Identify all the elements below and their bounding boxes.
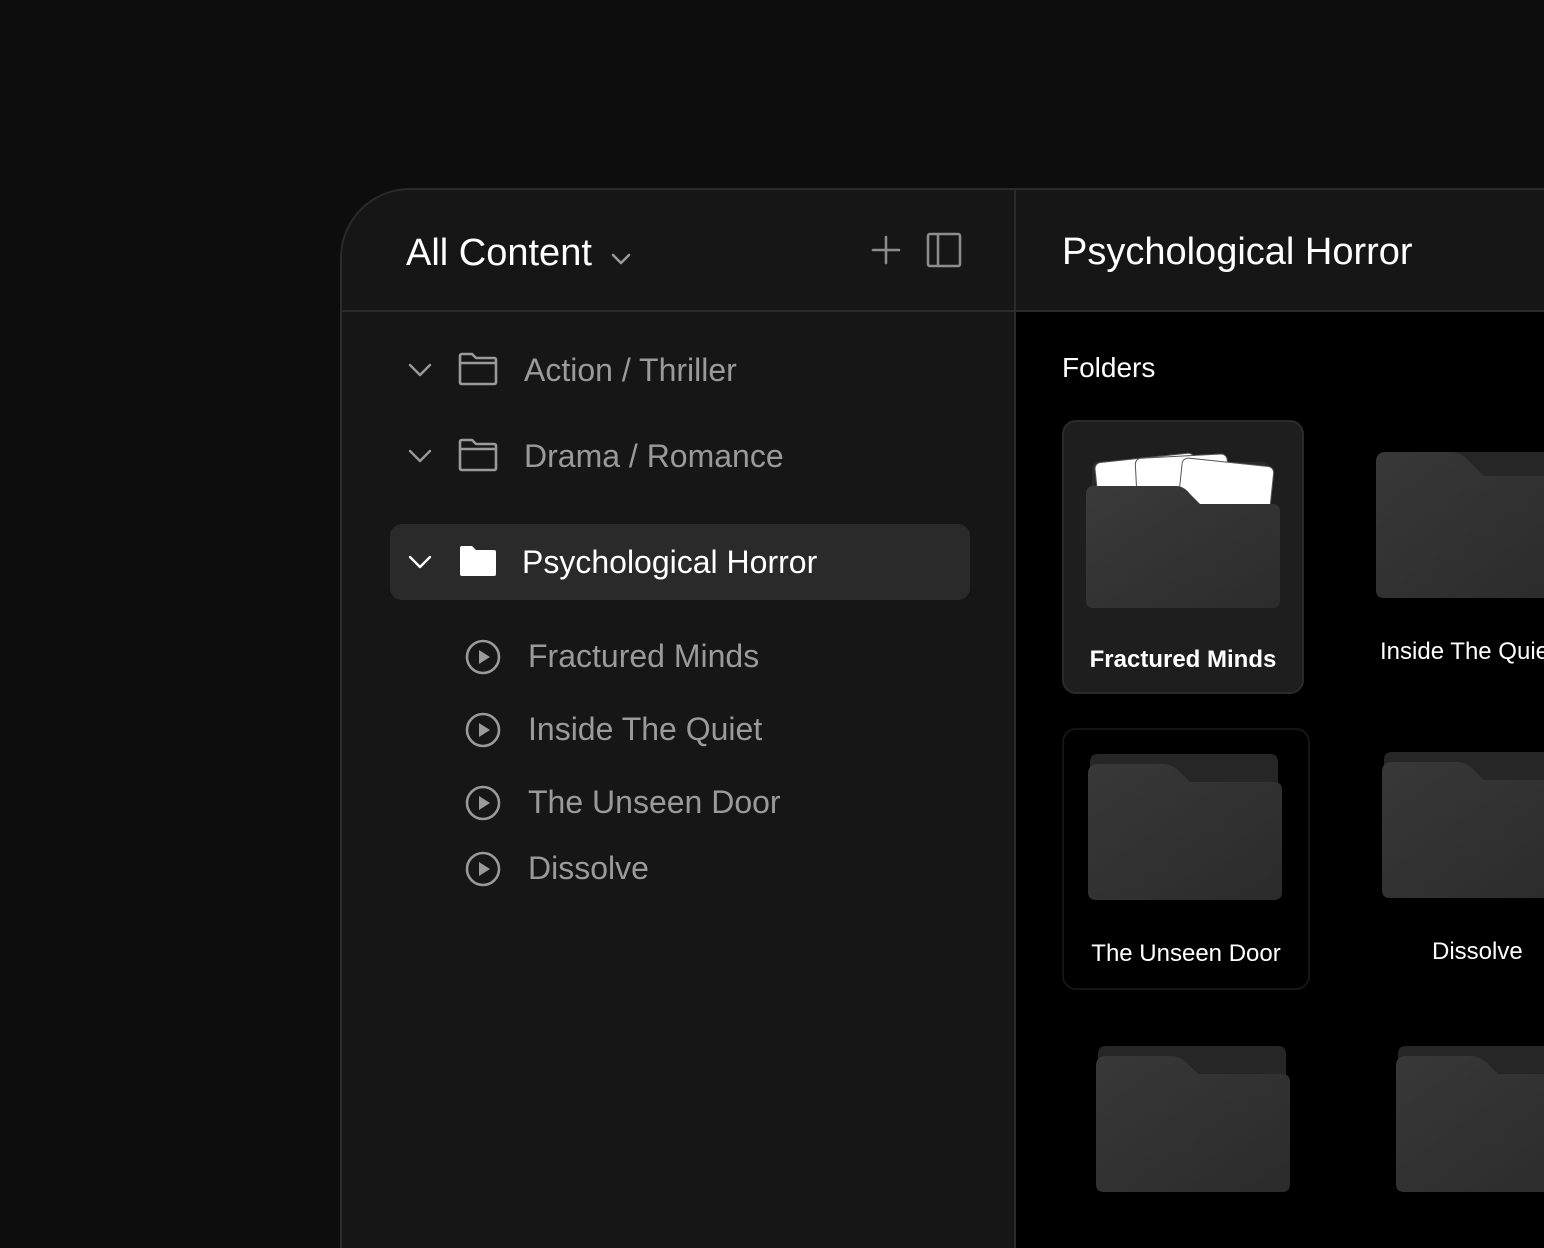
tree-item-label: The Unseen Door: [528, 784, 781, 820]
play-circle-icon: [464, 784, 502, 822]
folder-open-icon: [1086, 452, 1280, 608]
folder-outline-icon: [458, 352, 498, 388]
tree-item-inside-the-quiet[interactable]: Inside The Quiet: [462, 703, 962, 759]
page-title: Psychological Horror: [1062, 231, 1413, 273]
tree-item-fractured-minds[interactable]: Fractured Minds: [462, 630, 962, 686]
folder-filled-icon: [458, 544, 498, 580]
folder-icon: [1376, 452, 1544, 598]
folder-icon: [1382, 752, 1544, 898]
tree-item-the-unseen-door[interactable]: The Unseen Door: [462, 776, 962, 832]
tree-folder-drama-romance[interactable]: Drama / Romance: [390, 418, 970, 494]
content-scope-dropdown[interactable]: All Content: [406, 230, 632, 276]
tree-folder-label: Action / Thriller: [524, 352, 737, 388]
tree-folder-label: Psychological Horror: [522, 544, 818, 580]
play-circle-icon: [464, 850, 502, 888]
folder-card-dissolve[interactable]: Dissolve: [1380, 728, 1544, 990]
main-header: Psychological Horror: [1016, 190, 1544, 312]
folder-card-label: Fractured Minds: [1089, 646, 1277, 673]
tree-item-label: Dissolve: [528, 850, 649, 886]
sidebar: All Content Action / Thriller Drama / Ro…: [342, 190, 1016, 1248]
plus-icon: [870, 234, 902, 271]
folder-icon: [1096, 1046, 1290, 1192]
tree-item-label: Fractured Minds: [528, 638, 760, 674]
app-window: All Content Action / Thriller Drama / Ro…: [340, 188, 1544, 1248]
folders-section-label: Folders: [1062, 352, 1156, 383]
folder-outline-icon: [458, 438, 498, 474]
folder-card[interactable]: [1394, 1042, 1544, 1202]
tree-item-label: Inside The Quiet: [528, 711, 763, 747]
tree-folder-action-thriller[interactable]: Action / Thriller: [390, 332, 970, 408]
tree-folder-psychological-horror[interactable]: Psychological Horror: [390, 524, 970, 600]
main-panel: Psychological Horror Folders Fractured M…: [1016, 190, 1544, 1248]
sidebar-panel-icon: [926, 232, 962, 273]
folder-card-label: Dissolve: [1432, 938, 1523, 965]
folder-icon: [1088, 754, 1282, 900]
sidebar-header: All Content: [342, 190, 1014, 312]
toggle-sidebar-button[interactable]: [926, 232, 962, 273]
add-button[interactable]: [868, 234, 904, 270]
tree-item-dissolve[interactable]: Dissolve: [462, 842, 962, 898]
chevron-down-icon[interactable]: [406, 442, 434, 470]
folder-card-label: The Unseen Door: [1091, 940, 1281, 967]
tree-folder-label: Drama / Romance: [524, 438, 784, 474]
folder-card-fractured-minds[interactable]: Fractured Minds: [1062, 420, 1304, 694]
folder-icon: [1396, 1046, 1544, 1192]
chevron-down-icon: [610, 232, 632, 276]
play-circle-icon: [464, 638, 502, 676]
chevron-down-icon[interactable]: [406, 356, 434, 384]
play-circle-icon: [464, 711, 502, 749]
chevron-down-icon[interactable]: [406, 548, 434, 576]
folder-card-the-unseen-door[interactable]: The Unseen Door: [1062, 728, 1310, 990]
sidebar-title-label: All Content: [406, 232, 592, 274]
folder-card-label: Inside The Quiet: [1380, 638, 1544, 665]
folder-card[interactable]: [1086, 1042, 1306, 1202]
folder-card-inside-the-quiet[interactable]: Inside The Quiet: [1362, 420, 1544, 694]
